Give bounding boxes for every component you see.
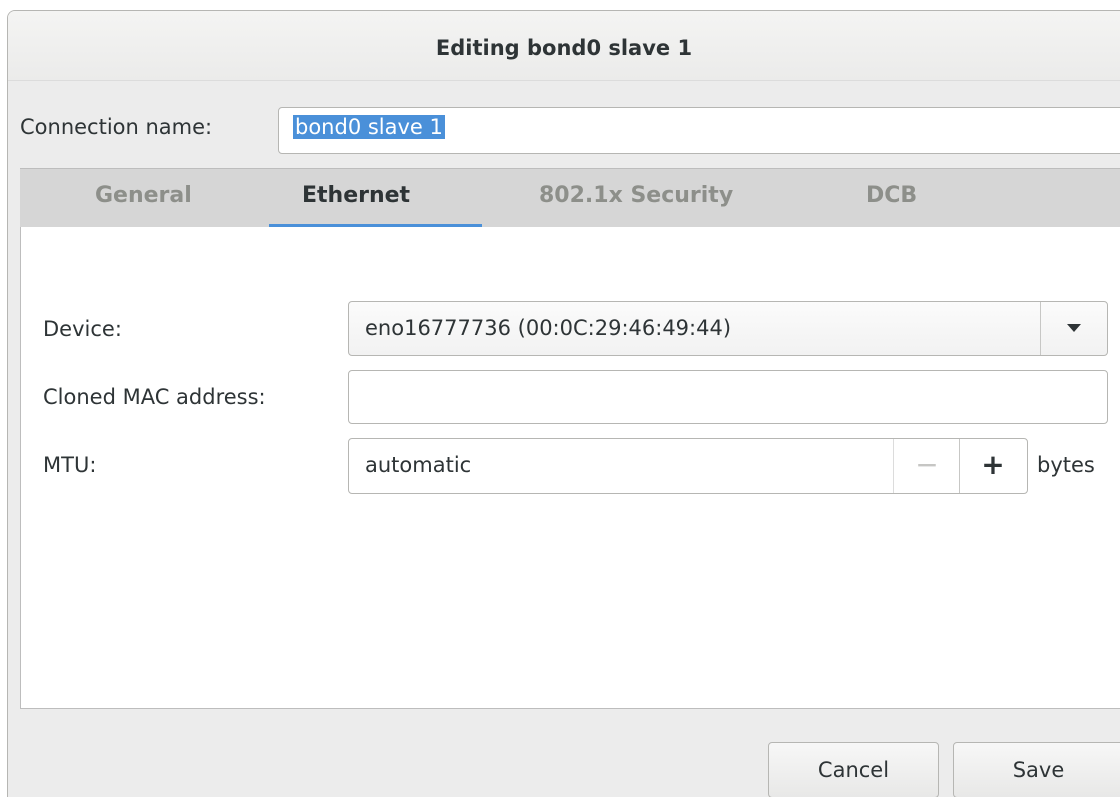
triangle-down-icon xyxy=(1067,324,1081,332)
device-label: Device: xyxy=(43,317,122,341)
mtu-increment-button[interactable]: + xyxy=(959,439,1026,493)
tab-bar: General Ethernet 802.1x Security DCB xyxy=(20,168,1120,228)
connection-name-label: Connection name: xyxy=(20,115,213,139)
tab-802-1x-security[interactable]: 802.1x Security xyxy=(539,183,733,208)
ethernet-tab-panel: Device: eno16777736 (00:0C:29:46:49:44) … xyxy=(20,227,1120,709)
device-combo[interactable]: eno16777736 (00:0C:29:46:49:44) xyxy=(348,301,1108,356)
device-dropdown-button[interactable] xyxy=(1040,302,1107,355)
tab-ethernet[interactable]: Ethernet xyxy=(302,183,410,208)
dialog-title: Editing bond0 slave 1 xyxy=(435,36,693,60)
mtu-value: automatic xyxy=(365,453,472,477)
mtu-spinbutton[interactable]: automatic − + xyxy=(348,438,1028,494)
mtu-unit-label: bytes xyxy=(1037,453,1095,477)
title-bar[interactable]: Editing bond0 slave 1 xyxy=(8,11,1120,81)
tab-dcb[interactable]: DCB xyxy=(866,183,917,208)
mtu-label: MTU: xyxy=(43,453,97,477)
connection-name-input[interactable]: bond0 slave 1 xyxy=(278,107,1120,154)
mtu-decrement-button[interactable]: − xyxy=(893,439,960,493)
tab-general[interactable]: General xyxy=(95,183,192,208)
connection-name-value: bond0 slave 1 xyxy=(293,115,445,139)
edit-connection-dialog: Editing bond0 slave 1 Connection name: b… xyxy=(7,10,1120,797)
device-value: eno16777736 (00:0C:29:46:49:44) xyxy=(365,316,732,340)
cancel-button[interactable]: Cancel xyxy=(768,742,939,797)
cloned-mac-input[interactable] xyxy=(348,370,1108,424)
cloned-mac-label: Cloned MAC address: xyxy=(43,385,266,409)
save-button[interactable]: Save xyxy=(953,742,1120,797)
